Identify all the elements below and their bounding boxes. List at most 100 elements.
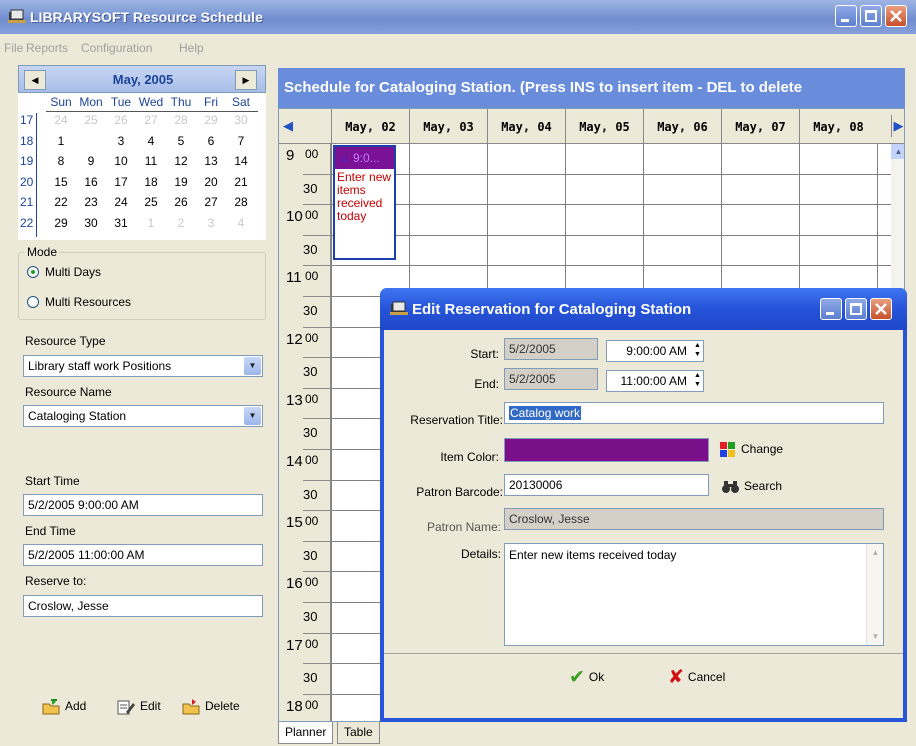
- calendar-day[interactable]: 1: [46, 134, 76, 148]
- schedule-event[interactable]: ↓ 9:0... Enter new items received today: [333, 145, 396, 260]
- calendar-day[interactable]: 2: [166, 216, 196, 230]
- tab-planner[interactable]: Planner: [278, 722, 334, 744]
- start-time-picker[interactable]: 9:00:00 AM ▲ ▼: [606, 340, 704, 362]
- close-button[interactable]: [885, 5, 907, 27]
- details-label: Details:: [460, 547, 501, 561]
- menu-file[interactable]: File: [4, 41, 23, 55]
- calendar-day[interactable]: 5: [166, 134, 196, 148]
- minimize-icon: [841, 19, 849, 22]
- time-minute: 30: [303, 425, 318, 441]
- calendar-day[interactable]: 27: [196, 195, 226, 209]
- spin-updown-icon[interactable]: ▲ ▼: [692, 371, 703, 391]
- calendar-day[interactable]: 1: [136, 216, 166, 230]
- reserve-to-field[interactable]: Croslow, Jesse: [23, 595, 263, 617]
- calendar-next-button[interactable]: ▶: [235, 70, 257, 90]
- weekday-label: Thu: [170, 95, 192, 109]
- calendar-day[interactable]: 12: [166, 154, 196, 168]
- search-patron-button[interactable]: Search: [722, 479, 782, 499]
- calendar-day[interactable]: 2: [76, 132, 106, 148]
- end-date-field[interactable]: 5/2/2005: [504, 368, 598, 390]
- calendar-day[interactable]: 10: [106, 154, 136, 168]
- scroll-up-icon[interactable]: ▲: [891, 144, 904, 159]
- end-time-picker[interactable]: 11:00:00 AM ▲ ▼: [606, 370, 704, 392]
- calendar-day[interactable]: 31: [106, 216, 136, 230]
- calendar-day[interactable]: 6: [196, 134, 226, 148]
- calendar-day[interactable]: 4: [226, 216, 256, 230]
- start-time-label: Start Time: [25, 474, 80, 488]
- calendar-day[interactable]: 4: [136, 134, 166, 148]
- calendar-day[interactable]: 7: [226, 134, 256, 148]
- delete-button[interactable]: Delete: [182, 695, 240, 717]
- calendar-week-row: 19 8 9 10 11 12 13 14: [18, 154, 266, 168]
- calendar-day[interactable]: 25: [76, 113, 106, 127]
- calendar-day[interactable]: 25: [136, 195, 166, 209]
- calendar-day[interactable]: 22: [46, 195, 76, 209]
- dialog-maximize-button[interactable]: [845, 298, 867, 320]
- edit-button[interactable]: Edit: [117, 695, 161, 717]
- change-color-button[interactable]: Change: [720, 442, 783, 462]
- calendar-day[interactable]: 3: [196, 216, 226, 230]
- calendar-day[interactable]: 28: [226, 195, 256, 209]
- calendar-day[interactable]: 14: [226, 154, 256, 168]
- checkmark-icon: ✔: [569, 666, 585, 688]
- add-button[interactable]: Add: [42, 695, 86, 717]
- calendar-day[interactable]: 3: [106, 134, 136, 148]
- calendar-day[interactable]: 20: [196, 175, 226, 189]
- calendar-day[interactable]: 24: [46, 113, 76, 127]
- cancel-button[interactable]: ✘ Cancel: [668, 665, 725, 689]
- calendar-day[interactable]: 15: [46, 175, 76, 189]
- menu-configuration[interactable]: Configuration: [81, 41, 152, 55]
- calendar-day[interactable]: 16: [76, 175, 106, 189]
- spin-updown-icon[interactable]: ▲ ▼: [692, 341, 703, 361]
- calendar-day[interactable]: 21: [226, 175, 256, 189]
- maximize-button[interactable]: [860, 5, 882, 27]
- chevron-down-icon[interactable]: ▼: [244, 407, 261, 425]
- scroll-down-icon[interactable]: ▼: [868, 629, 883, 644]
- calendar-day[interactable]: 11: [136, 154, 166, 168]
- calendar-day[interactable]: 27: [136, 113, 166, 127]
- calendar-day[interactable]: 13: [196, 154, 226, 168]
- reservation-title-input[interactable]: Catalog work: [504, 402, 884, 424]
- start-date-field[interactable]: 5/2/2005: [504, 338, 598, 360]
- start-time-field[interactable]: 5/2/2005 9:00:00 AM: [23, 494, 263, 516]
- calendar-day[interactable]: 29: [196, 113, 226, 127]
- calendar-day[interactable]: 9: [76, 154, 106, 168]
- resource-type-select[interactable]: Library staff work Positions ▼: [23, 355, 263, 377]
- details-scrollbar[interactable]: ▲ ▼: [866, 544, 883, 645]
- calendar-day[interactable]: 24: [106, 195, 136, 209]
- calendar-header: ◀ May, 2005 ▶: [18, 65, 266, 93]
- calendar-day[interactable]: 23: [76, 195, 106, 209]
- menu-help[interactable]: Help: [179, 41, 204, 55]
- details-textarea[interactable]: Enter new items received today ▲ ▼: [504, 543, 884, 646]
- calendar-day[interactable]: 26: [106, 113, 136, 127]
- calendar-month-label[interactable]: May, 2005: [79, 72, 207, 87]
- scroll-right-arrow-icon[interactable]: ▶: [891, 115, 904, 137]
- menu-reports[interactable]: Reports: [26, 41, 68, 55]
- resource-name-select[interactable]: Cataloging Station ▼: [23, 405, 263, 427]
- dialog-close-button[interactable]: [870, 298, 892, 320]
- radio-multi-resources[interactable]: [27, 296, 39, 308]
- minimize-button[interactable]: [835, 5, 857, 27]
- calendar-day[interactable]: 17: [106, 175, 136, 189]
- patron-barcode-input[interactable]: 20130006: [504, 474, 709, 496]
- calendar-prev-button[interactable]: ◀: [24, 70, 46, 90]
- ok-button[interactable]: ✔ Ok: [569, 665, 604, 689]
- calendar-day[interactable]: 18: [136, 175, 166, 189]
- resource-type-value: Library staff work Positions: [28, 359, 172, 373]
- chevron-down-icon[interactable]: ▼: [244, 357, 261, 375]
- time-slot-label: 30: [279, 481, 331, 512]
- calendar-day[interactable]: 30: [76, 216, 106, 230]
- end-time-field[interactable]: 5/2/2005 11:00:00 AM: [23, 544, 263, 566]
- resource-type-label: Resource Type: [25, 334, 106, 348]
- calendar-day[interactable]: 30: [226, 113, 256, 127]
- calendar-day[interactable]: 19: [166, 175, 196, 189]
- calendar-day[interactable]: 29: [46, 216, 76, 230]
- scroll-up-icon[interactable]: ▲: [868, 545, 883, 560]
- calendar-day[interactable]: 28: [166, 113, 196, 127]
- calendar-day[interactable]: 8: [46, 154, 76, 168]
- dialog-minimize-button[interactable]: [820, 298, 842, 320]
- tab-table[interactable]: Table: [337, 722, 380, 744]
- calendar-day[interactable]: 26: [166, 195, 196, 209]
- radio-multi-days[interactable]: [27, 266, 39, 278]
- scroll-left-arrow-icon[interactable]: ◀: [281, 115, 295, 137]
